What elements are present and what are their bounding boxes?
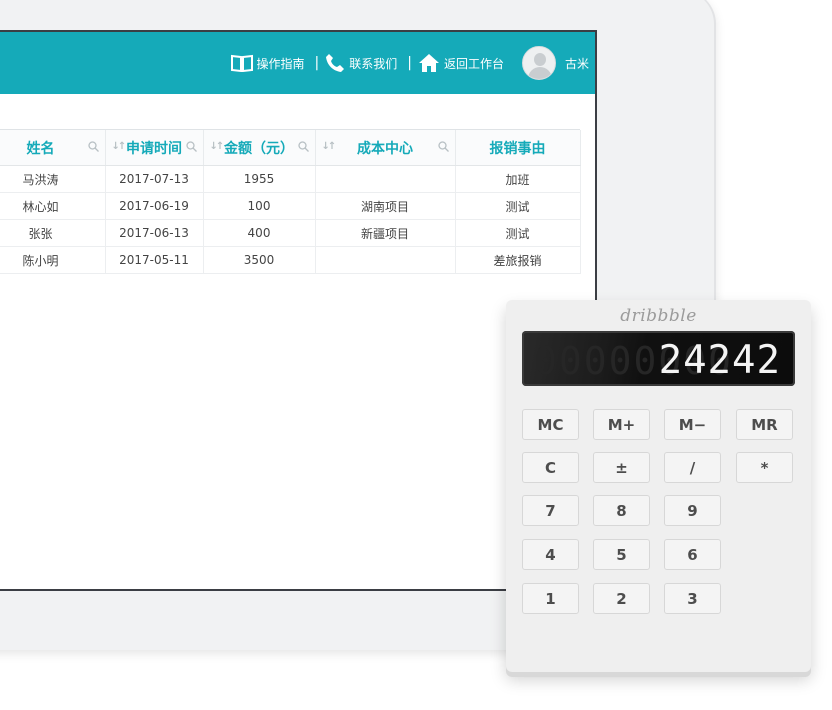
sort-icon[interactable]: ↓↑	[210, 141, 225, 152]
key-multiply[interactable]: *	[736, 452, 793, 483]
key-2[interactable]: 2	[593, 583, 650, 614]
key-7[interactable]: 7	[522, 495, 579, 526]
avatar-body	[527, 67, 552, 79]
column-header-label: 申请时间	[126, 140, 182, 157]
table-cell: 张张	[0, 219, 106, 247]
column-header-cost-center[interactable]: ↓↑ 成本中心	[315, 130, 456, 166]
table-cell: 3500	[203, 246, 316, 274]
table-row[interactable]: 林心如 2017-06-19 100 湖南项目 测试	[0, 192, 581, 220]
key-plus-minus[interactable]: ±	[593, 452, 650, 483]
avatar[interactable]	[521, 46, 556, 80]
top-bar: 操作指南 | 联系我们 | 返回工作台 古米	[0, 32, 595, 94]
nav-home[interactable]: 返回工作台	[418, 53, 504, 73]
calculator: dribbble 00000000 24242 MC M+ M− MR C ± …	[506, 300, 811, 672]
key-m-plus[interactable]: M+	[593, 409, 650, 440]
table-cell: 1955	[203, 165, 316, 193]
avatar-head	[533, 53, 546, 66]
column-header-name[interactable]: ↓↑ 姓名	[0, 130, 106, 166]
table-cell	[315, 246, 456, 274]
key-mc[interactable]: MC	[522, 409, 579, 440]
search-icon[interactable]	[185, 141, 197, 152]
column-header-reason[interactable]: 报销事由	[455, 130, 581, 166]
table-cell: 2017-06-19	[105, 192, 204, 220]
table-cell: 2017-07-13	[105, 165, 204, 193]
calculator-display: 00000000 24242	[522, 331, 795, 386]
display-value: 24242	[658, 338, 781, 383]
column-header-label: 姓名	[26, 140, 55, 157]
table-cell: 测试	[455, 192, 581, 220]
column-header-date[interactable]: ↓↑ 申请时间	[105, 130, 204, 166]
sort-icon[interactable]: ↓↑	[322, 141, 337, 152]
nav-separator: |	[407, 55, 412, 71]
table-header-row: ↓↑ 姓名 ↓↑ 申请时间 ↓↑ 金额（元）	[0, 130, 581, 166]
table-row[interactable]: 陈小明 2017-05-11 3500 差旅报销	[0, 246, 581, 274]
key-mr[interactable]: MR	[736, 409, 793, 440]
expense-table-container: ↓↑ 姓名 ↓↑ 申请时间 ↓↑ 金额（元）	[0, 129, 581, 274]
key-3[interactable]: 3	[664, 583, 721, 614]
table-cell: 湖南项目	[315, 192, 456, 220]
key-6[interactable]: 6	[664, 539, 721, 570]
table-cell: 林心如	[0, 192, 106, 220]
table-cell: 陈小明	[0, 246, 106, 274]
nav-contact-label: 联系我们	[349, 56, 398, 71]
nav-separator: |	[314, 55, 320, 71]
table-cell: 新疆项目	[315, 219, 456, 247]
calculator-brand: dribbble	[620, 306, 697, 326]
column-header-label: 金额（元）	[224, 140, 294, 157]
table-cell: 差旅报销	[455, 246, 581, 274]
table-row[interactable]: 张张 2017-06-13 400 新疆项目 测试	[0, 219, 581, 247]
key-1[interactable]: 1	[522, 583, 579, 614]
key-divide[interactable]: /	[664, 452, 721, 483]
key-9[interactable]: 9	[664, 495, 721, 526]
nav-guide[interactable]: 操作指南	[230, 54, 305, 72]
column-header-amount[interactable]: ↓↑ 金额（元）	[203, 130, 316, 166]
nav-home-label: 返回工作台	[443, 56, 504, 71]
table-cell	[315, 165, 456, 193]
column-header-label: 报销事由	[489, 140, 546, 157]
home-icon	[418, 54, 439, 72]
user-name[interactable]: 古米	[565, 55, 589, 72]
nav-guide-label: 操作指南	[256, 56, 305, 71]
table-cell: 100	[203, 192, 316, 220]
book-icon	[230, 54, 253, 72]
table-cell: 测试	[455, 219, 581, 247]
top-nav: 操作指南 | 联系我们 | 返回工作台 古米	[230, 46, 589, 80]
key-5[interactable]: 5	[593, 539, 650, 570]
key-m-minus[interactable]: M−	[664, 409, 721, 440]
table-cell: 马洪涛	[0, 165, 106, 193]
key-4[interactable]: 4	[522, 539, 579, 570]
table-cell: 2017-06-13	[105, 219, 204, 247]
table-cell: 2017-05-11	[105, 246, 204, 274]
phone-icon	[326, 54, 345, 72]
table-row[interactable]: 马洪涛 2017-07-13 1955 加班	[0, 165, 581, 193]
nav-contact[interactable]: 联系我们	[325, 53, 397, 73]
expense-table: ↓↑ 姓名 ↓↑ 申请时间 ↓↑ 金额（元）	[0, 130, 581, 274]
table-cell: 加班	[455, 165, 581, 193]
key-clear[interactable]: C	[522, 452, 579, 483]
search-icon[interactable]	[297, 141, 309, 152]
key-8[interactable]: 8	[593, 495, 650, 526]
search-icon[interactable]	[87, 141, 99, 152]
table-cell: 400	[203, 219, 316, 247]
column-header-label: 成本中心	[357, 140, 413, 157]
sort-icon[interactable]: ↓↑	[112, 141, 127, 152]
search-icon[interactable]	[437, 141, 449, 152]
